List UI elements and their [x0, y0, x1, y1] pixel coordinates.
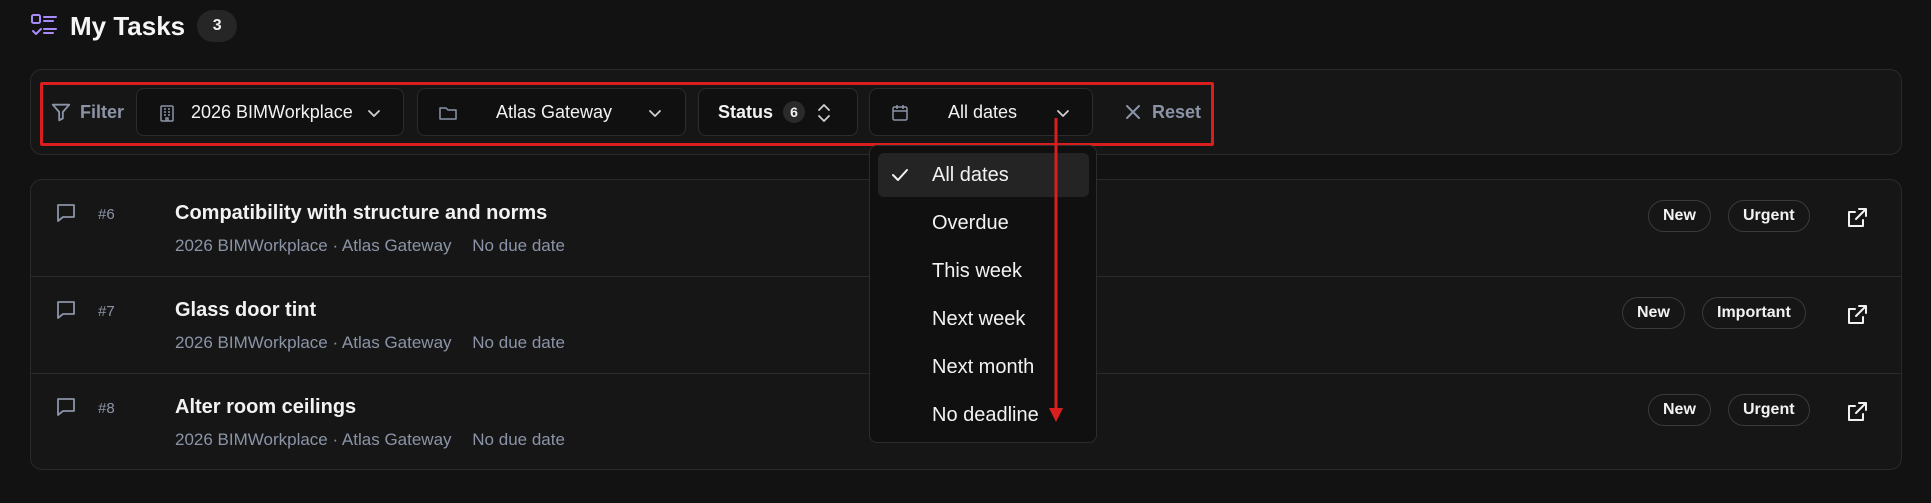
task-id: #7	[98, 303, 115, 320]
menu-item-overdue[interactable]: Overdue	[878, 201, 1089, 245]
menu-item-label: No deadline	[932, 404, 1039, 426]
task-title[interactable]: Glass door tint	[175, 299, 316, 322]
reset-label: Reset	[1152, 101, 1202, 122]
menu-item-no-deadline[interactable]: No deadline	[878, 393, 1089, 437]
task-due-date: No due date	[472, 430, 565, 449]
site-select-value: Atlas Gateway	[496, 102, 613, 122]
task-title[interactable]: Compatibility with structure and norms	[175, 202, 547, 225]
folder-icon	[439, 107, 457, 120]
external-link-icon[interactable]	[1845, 400, 1869, 424]
building-icon	[160, 105, 174, 122]
task-title[interactable]: Alter room ceilings	[175, 396, 356, 419]
menu-item-all-dates[interactable]: All dates	[878, 153, 1089, 197]
chevron-down-icon	[649, 110, 661, 117]
menu-item-label: This week	[932, 260, 1023, 282]
status-tag: New	[1648, 394, 1711, 426]
calendar-icon	[892, 105, 908, 121]
task-meta: 2026 BIMWorkplace · Atlas Gateway No due…	[175, 236, 565, 256]
project-select-value: 2026 BIMWorkplace	[191, 102, 353, 122]
chevron-down-icon	[368, 110, 380, 117]
date-select[interactable]: All dates	[869, 88, 1093, 136]
date-select-value: All dates	[948, 102, 1018, 122]
task-location: 2026 BIMWorkplace · Atlas Gateway	[175, 430, 452, 449]
menu-item-this-week[interactable]: This week	[878, 249, 1089, 293]
priority-tag: Urgent	[1728, 394, 1810, 426]
task-meta: 2026 BIMWorkplace · Atlas Gateway No due…	[175, 333, 565, 353]
comment-icon[interactable]	[55, 299, 77, 321]
menu-item-next-month[interactable]: Next month	[878, 345, 1089, 389]
filter-icon	[51, 103, 71, 122]
external-link-icon[interactable]	[1845, 303, 1869, 327]
menu-item-next-week[interactable]: Next week	[878, 297, 1089, 341]
external-link-icon[interactable]	[1845, 206, 1869, 230]
chevron-up-down-icon	[818, 104, 830, 122]
task-location: 2026 BIMWorkplace · Atlas Gateway	[175, 236, 452, 255]
task-meta: 2026 BIMWorkplace · Atlas Gateway No due…	[175, 430, 565, 450]
check-icon	[892, 169, 908, 181]
filter-label: Filter	[50, 94, 124, 130]
menu-item-label: Overdue	[932, 212, 1009, 234]
page-title: My Tasks	[70, 10, 186, 41]
status-select[interactable]: Status 6	[698, 88, 858, 136]
checklist-icon	[31, 14, 57, 35]
comment-icon[interactable]	[55, 396, 77, 418]
chevron-down-icon	[1057, 110, 1069, 117]
status-select-label: Status	[718, 102, 774, 122]
task-id: #8	[98, 400, 115, 417]
reset-button[interactable]: Reset	[1124, 94, 1201, 130]
status-tag: New	[1622, 297, 1685, 329]
close-icon	[1126, 105, 1140, 119]
menu-item-label: Next month	[932, 356, 1035, 378]
task-due-date: No due date	[472, 236, 565, 255]
priority-tag: Important	[1702, 297, 1806, 329]
priority-tag: Urgent	[1728, 200, 1810, 232]
task-id: #6	[98, 206, 115, 223]
site-select[interactable]: Atlas Gateway	[417, 88, 686, 136]
menu-item-label: Next week	[932, 308, 1026, 330]
filter-label-text: Filter	[80, 101, 125, 122]
page-header: My Tasks 3	[30, 8, 238, 44]
project-select[interactable]: 2026 BIMWorkplace	[136, 88, 404, 136]
status-tag: New	[1648, 200, 1711, 232]
task-count-badge: 3	[197, 10, 238, 42]
task-due-date: No due date	[472, 333, 565, 352]
task-location: 2026 BIMWorkplace · Atlas Gateway	[175, 333, 452, 352]
menu-item-label: All dates	[932, 164, 1009, 186]
date-filter-menu: All dates Overdue This week Next week Ne…	[869, 145, 1097, 443]
status-count-badge: 6	[783, 101, 805, 123]
comment-icon[interactable]	[55, 202, 77, 224]
